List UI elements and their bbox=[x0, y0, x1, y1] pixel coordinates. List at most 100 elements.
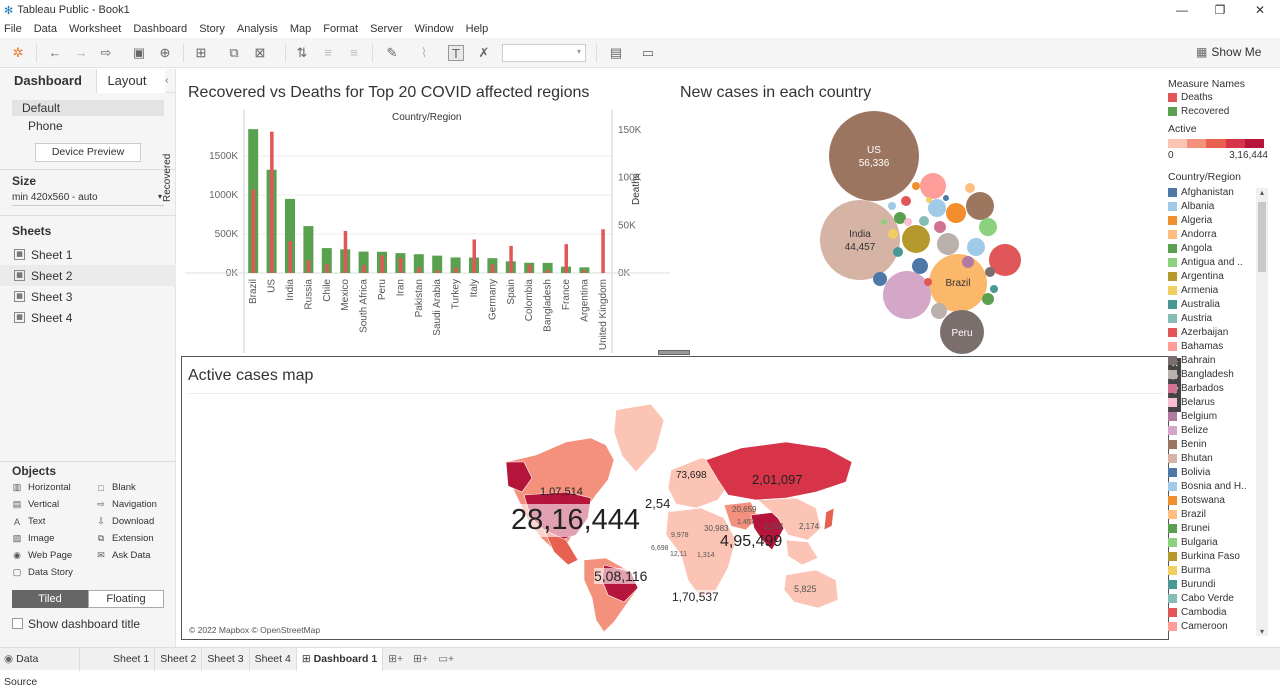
bubble[interactable] bbox=[893, 247, 903, 257]
new-story-tab-icon[interactable]: ▭+ bbox=[433, 648, 459, 671]
bubble[interactable] bbox=[982, 293, 994, 305]
bar-deaths[interactable] bbox=[289, 241, 293, 273]
menu-map[interactable]: Map bbox=[290, 23, 311, 35]
bubble[interactable] bbox=[966, 192, 994, 220]
sort-ascending-icon[interactable]: ≡ bbox=[320, 45, 336, 61]
bubble[interactable] bbox=[888, 229, 898, 239]
bar-deaths[interactable] bbox=[491, 264, 495, 273]
collapse-icon[interactable]: ‹ bbox=[165, 69, 175, 92]
bubble[interactable] bbox=[912, 258, 928, 274]
maximize-button[interactable]: ❐ bbox=[1200, 0, 1240, 20]
group-icon[interactable]: ⌇ bbox=[416, 45, 432, 61]
duplicate-icon[interactable]: ⧉ bbox=[226, 45, 242, 61]
bubble[interactable] bbox=[919, 216, 929, 226]
swap-icon[interactable]: ⇅ bbox=[294, 45, 310, 61]
sheet-item-4[interactable]: ▦Sheet 4 bbox=[0, 307, 176, 328]
menu-file[interactable]: File bbox=[4, 23, 22, 35]
menu-dashboard[interactable]: Dashboard bbox=[133, 23, 187, 35]
device-phone[interactable]: Phone bbox=[28, 119, 63, 133]
new-worksheet-tab-icon[interactable]: ⊞+ bbox=[383, 648, 408, 671]
bubble[interactable] bbox=[920, 173, 946, 199]
data-source-tab[interactable]: ◉Data Source bbox=[0, 648, 80, 671]
highlight-icon[interactable]: ✎ bbox=[384, 45, 400, 61]
menu-format[interactable]: Format bbox=[323, 23, 358, 35]
bubble[interactable] bbox=[943, 195, 949, 201]
sheet-tab-4[interactable]: Sheet 4 bbox=[250, 648, 297, 671]
bubble[interactable] bbox=[883, 271, 931, 319]
minimize-button[interactable]: — bbox=[1162, 0, 1202, 20]
sheet-item-2[interactable]: ▦Sheet 2 bbox=[0, 265, 176, 286]
bubble[interactable] bbox=[962, 256, 974, 268]
device-preview-button[interactable]: Device Preview bbox=[35, 143, 141, 162]
object-image[interactable]: ▨Image bbox=[12, 533, 54, 544]
bar-deaths[interactable] bbox=[344, 231, 348, 273]
device-default[interactable]: Default bbox=[12, 100, 164, 116]
bar-deaths[interactable] bbox=[381, 255, 385, 273]
object-data-story[interactable]: ▢Data Story bbox=[12, 567, 73, 578]
bar-deaths[interactable] bbox=[252, 189, 256, 273]
fix-axes-icon[interactable]: ✗ bbox=[476, 45, 492, 61]
bar-deaths[interactable] bbox=[307, 260, 311, 273]
bubble[interactable] bbox=[901, 196, 911, 206]
menu-server[interactable]: Server bbox=[370, 23, 402, 35]
object-horizontal[interactable]: ▥Horizontal bbox=[12, 482, 71, 493]
object-download[interactable]: ⇩Download bbox=[96, 516, 154, 527]
object-text[interactable]: AText bbox=[12, 516, 45, 527]
presentation-mode-icon[interactable]: ▤ bbox=[608, 45, 624, 61]
menu-worksheet[interactable]: Worksheet bbox=[69, 23, 121, 35]
bar-deaths[interactable] bbox=[436, 270, 440, 273]
undo-icon[interactable]: ← bbox=[47, 45, 63, 61]
size-dropdown[interactable]: min 420x560 - auto▾ bbox=[12, 192, 164, 206]
bubble[interactable] bbox=[937, 233, 959, 255]
bubble[interactable] bbox=[931, 303, 947, 319]
device-preview-icon[interactable]: ▭ bbox=[640, 45, 656, 61]
sort-descending-icon[interactable]: ≡ bbox=[346, 45, 362, 61]
menu-analysis[interactable]: Analysis bbox=[237, 23, 278, 35]
show-labels-icon[interactable]: T bbox=[448, 45, 464, 61]
menu-window[interactable]: Window bbox=[415, 23, 454, 35]
bubble[interactable] bbox=[979, 218, 997, 236]
object-ask-data[interactable]: ✉Ask Data bbox=[96, 550, 151, 561]
new-data-source-icon[interactable]: ⊕ bbox=[157, 45, 173, 61]
save-icon[interactable]: ▣ bbox=[131, 45, 147, 61]
bar-deaths[interactable] bbox=[325, 264, 329, 273]
menu-story[interactable]: Story bbox=[199, 23, 225, 35]
menu-help[interactable]: Help bbox=[466, 23, 489, 35]
bubble[interactable] bbox=[902, 225, 930, 253]
resize-handle[interactable] bbox=[658, 350, 690, 355]
bar-deaths[interactable] bbox=[601, 229, 605, 273]
bar-deaths[interactable] bbox=[270, 132, 274, 273]
legend-scrollbar[interactable]: ▴ ▾ bbox=[1256, 188, 1268, 636]
show-me-button[interactable]: ▦Show Me bbox=[1196, 45, 1261, 59]
bubble-us[interactable] bbox=[829, 111, 919, 201]
tab-layout[interactable]: Layout bbox=[97, 69, 165, 93]
legend-item-deaths[interactable]: Deaths bbox=[1168, 90, 1272, 104]
bubble[interactable] bbox=[985, 267, 995, 277]
scrollbar-thumb[interactable] bbox=[1258, 202, 1266, 272]
bar-deaths[interactable] bbox=[399, 258, 403, 273]
bar-deaths[interactable] bbox=[473, 239, 477, 273]
bar-deaths[interactable] bbox=[583, 270, 587, 273]
bubble[interactable] bbox=[926, 197, 932, 203]
new-dashboard-tab-icon[interactable]: ⊞+ bbox=[408, 648, 433, 671]
bubble[interactable] bbox=[934, 221, 946, 233]
bubble[interactable] bbox=[965, 183, 975, 193]
bar-deaths[interactable] bbox=[509, 246, 513, 273]
bubble[interactable] bbox=[946, 203, 966, 223]
floating-toggle[interactable]: Floating bbox=[88, 590, 164, 608]
bar-deaths[interactable] bbox=[454, 268, 458, 273]
bubble-india[interactable] bbox=[820, 200, 900, 280]
replay-icon[interactable]: ⇨ bbox=[98, 45, 114, 61]
object-extension[interactable]: ⧉Extension bbox=[96, 533, 154, 544]
bar-deaths[interactable] bbox=[546, 270, 550, 273]
bar-deaths[interactable] bbox=[362, 265, 366, 273]
clear-sheet-icon[interactable]: ⊠ bbox=[252, 45, 268, 61]
bubble[interactable] bbox=[873, 272, 887, 286]
object-navigation[interactable]: ⇨Navigation bbox=[96, 499, 157, 510]
bubble[interactable] bbox=[888, 202, 896, 210]
legend-item-recovered[interactable]: Recovered bbox=[1168, 104, 1272, 118]
tableau-start-icon[interactable]: ✲ bbox=[10, 45, 26, 61]
close-button[interactable]: ✕ bbox=[1240, 0, 1280, 20]
sheet-item-3[interactable]: ▦Sheet 3 bbox=[0, 286, 176, 307]
bubble[interactable] bbox=[904, 218, 912, 226]
